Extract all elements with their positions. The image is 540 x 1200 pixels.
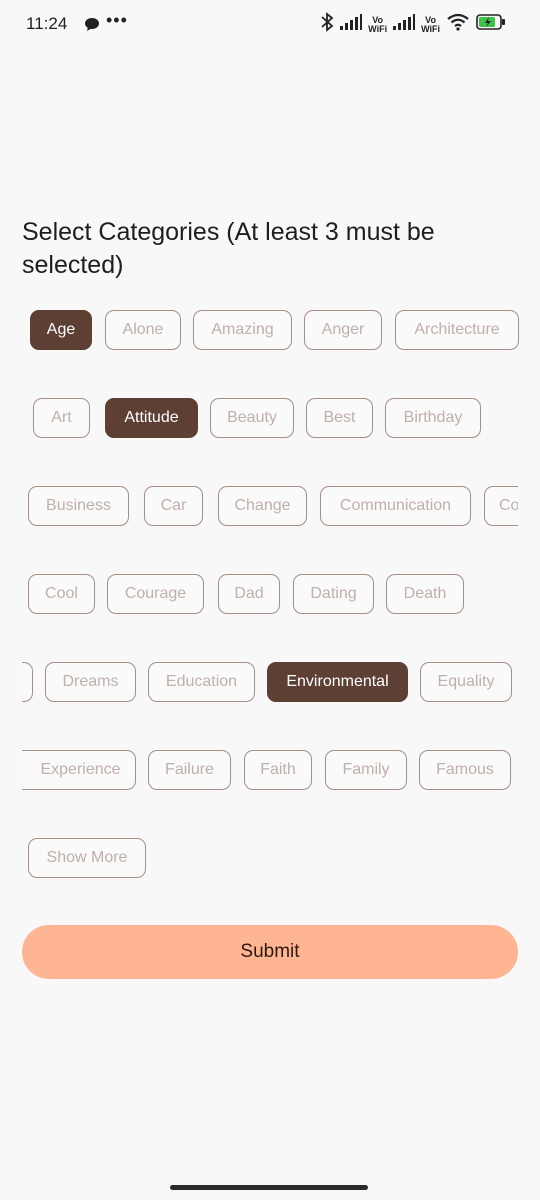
category-chip-business[interactable]: Business	[28, 486, 129, 526]
category-chip-alone[interactable]: Alone	[105, 310, 181, 350]
category-chip-cool[interactable]: Cool	[28, 574, 95, 614]
category-chip-amazing[interactable]: Amazing	[193, 310, 292, 350]
category-chip-dating[interactable]: Dating	[293, 574, 374, 614]
submit-button[interactable]: Submit	[22, 925, 518, 979]
wifi-icon	[446, 13, 470, 36]
home-indicator[interactable]	[170, 1185, 368, 1190]
show-more-button[interactable]: Show More	[28, 838, 146, 878]
category-chip-age[interactable]: Age	[30, 310, 92, 350]
category-chip-failure[interactable]: Failure	[148, 750, 231, 790]
category-chip-anger[interactable]: Anger	[304, 310, 382, 350]
category-chip-beauty[interactable]: Beauty	[210, 398, 294, 438]
category-chip-co[interactable]: Co	[484, 486, 518, 526]
category-chip-death[interactable]: Death	[386, 574, 464, 614]
more-notifications-icon: •••	[106, 10, 128, 30]
category-chip-famous[interactable]: Famous	[419, 750, 511, 790]
category-chip-communication[interactable]: Communication	[320, 486, 471, 526]
category-chip-dad[interactable]: Dad	[218, 574, 280, 614]
battery-icon	[476, 14, 506, 35]
category-chip-environmental[interactable]: Environmental	[267, 662, 408, 702]
status-bar: 11:24 ••• Vo WiFi Vo WiFi	[0, 0, 540, 50]
category-chip-best[interactable]: Best	[306, 398, 373, 438]
category-chip-family[interactable]: Family	[325, 750, 407, 790]
category-chip-experience[interactable]: Experience	[22, 750, 136, 790]
signal-icon	[340, 14, 363, 35]
category-chip-courage[interactable]: Courage	[107, 574, 204, 614]
category-chip-education[interactable]: Education	[148, 662, 255, 702]
category-chip-art[interactable]: Art	[33, 398, 90, 438]
category-chip-partial[interactable]	[22, 662, 33, 702]
vowifi-label-1: Vo WiFi	[368, 14, 388, 34]
category-chip-dreams[interactable]: Dreams	[45, 662, 136, 702]
status-time: 11:24	[26, 14, 68, 33]
category-chip-change[interactable]: Change	[218, 486, 307, 526]
bluetooth-icon	[320, 12, 334, 37]
chat-bubble-icon	[84, 17, 100, 37]
category-chip-car[interactable]: Car	[144, 486, 203, 526]
page-title: Select Categories (At least 3 must be se…	[22, 218, 435, 279]
category-chip-equality[interactable]: Equality	[420, 662, 512, 702]
vowifi-label-2: Vo WiFi	[421, 14, 440, 34]
category-chip-faith[interactable]: Faith	[244, 750, 312, 790]
category-chip-architecture[interactable]: Architecture	[395, 310, 519, 350]
signal-icon-2	[393, 14, 416, 35]
category-chip-birthday[interactable]: Birthday	[385, 398, 481, 438]
category-chip-attitude[interactable]: Attitude	[105, 398, 198, 438]
